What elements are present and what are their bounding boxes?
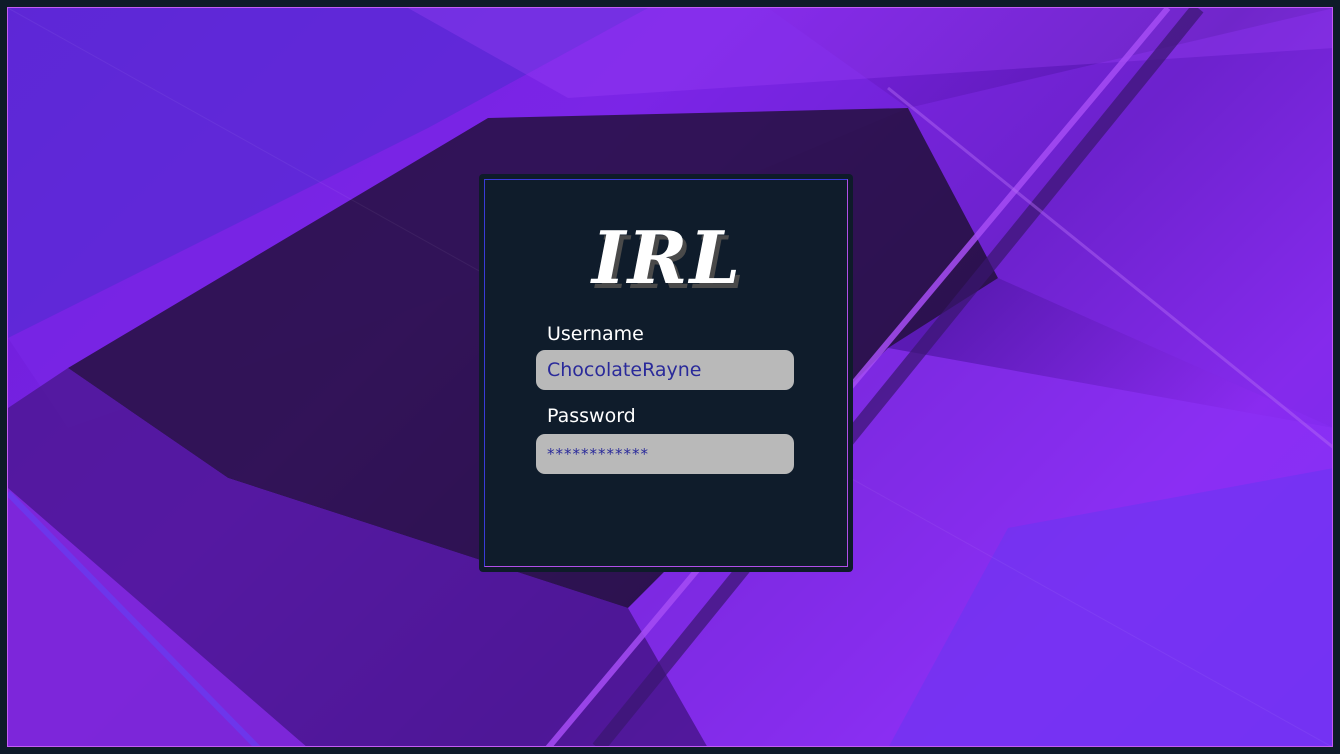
password-field[interactable]: ************ xyxy=(536,434,794,474)
username-label: Username xyxy=(547,323,644,345)
password-label: Password xyxy=(547,405,636,427)
login-card: IRL Username ChocolateRayne Password ***… xyxy=(479,174,853,572)
login-card-inner: IRL Username ChocolateRayne Password ***… xyxy=(484,179,848,567)
username-field[interactable]: ChocolateRayne xyxy=(536,350,794,390)
app-window: IRL Username ChocolateRayne Password ***… xyxy=(0,0,1340,754)
app-logo: IRL xyxy=(591,215,743,300)
